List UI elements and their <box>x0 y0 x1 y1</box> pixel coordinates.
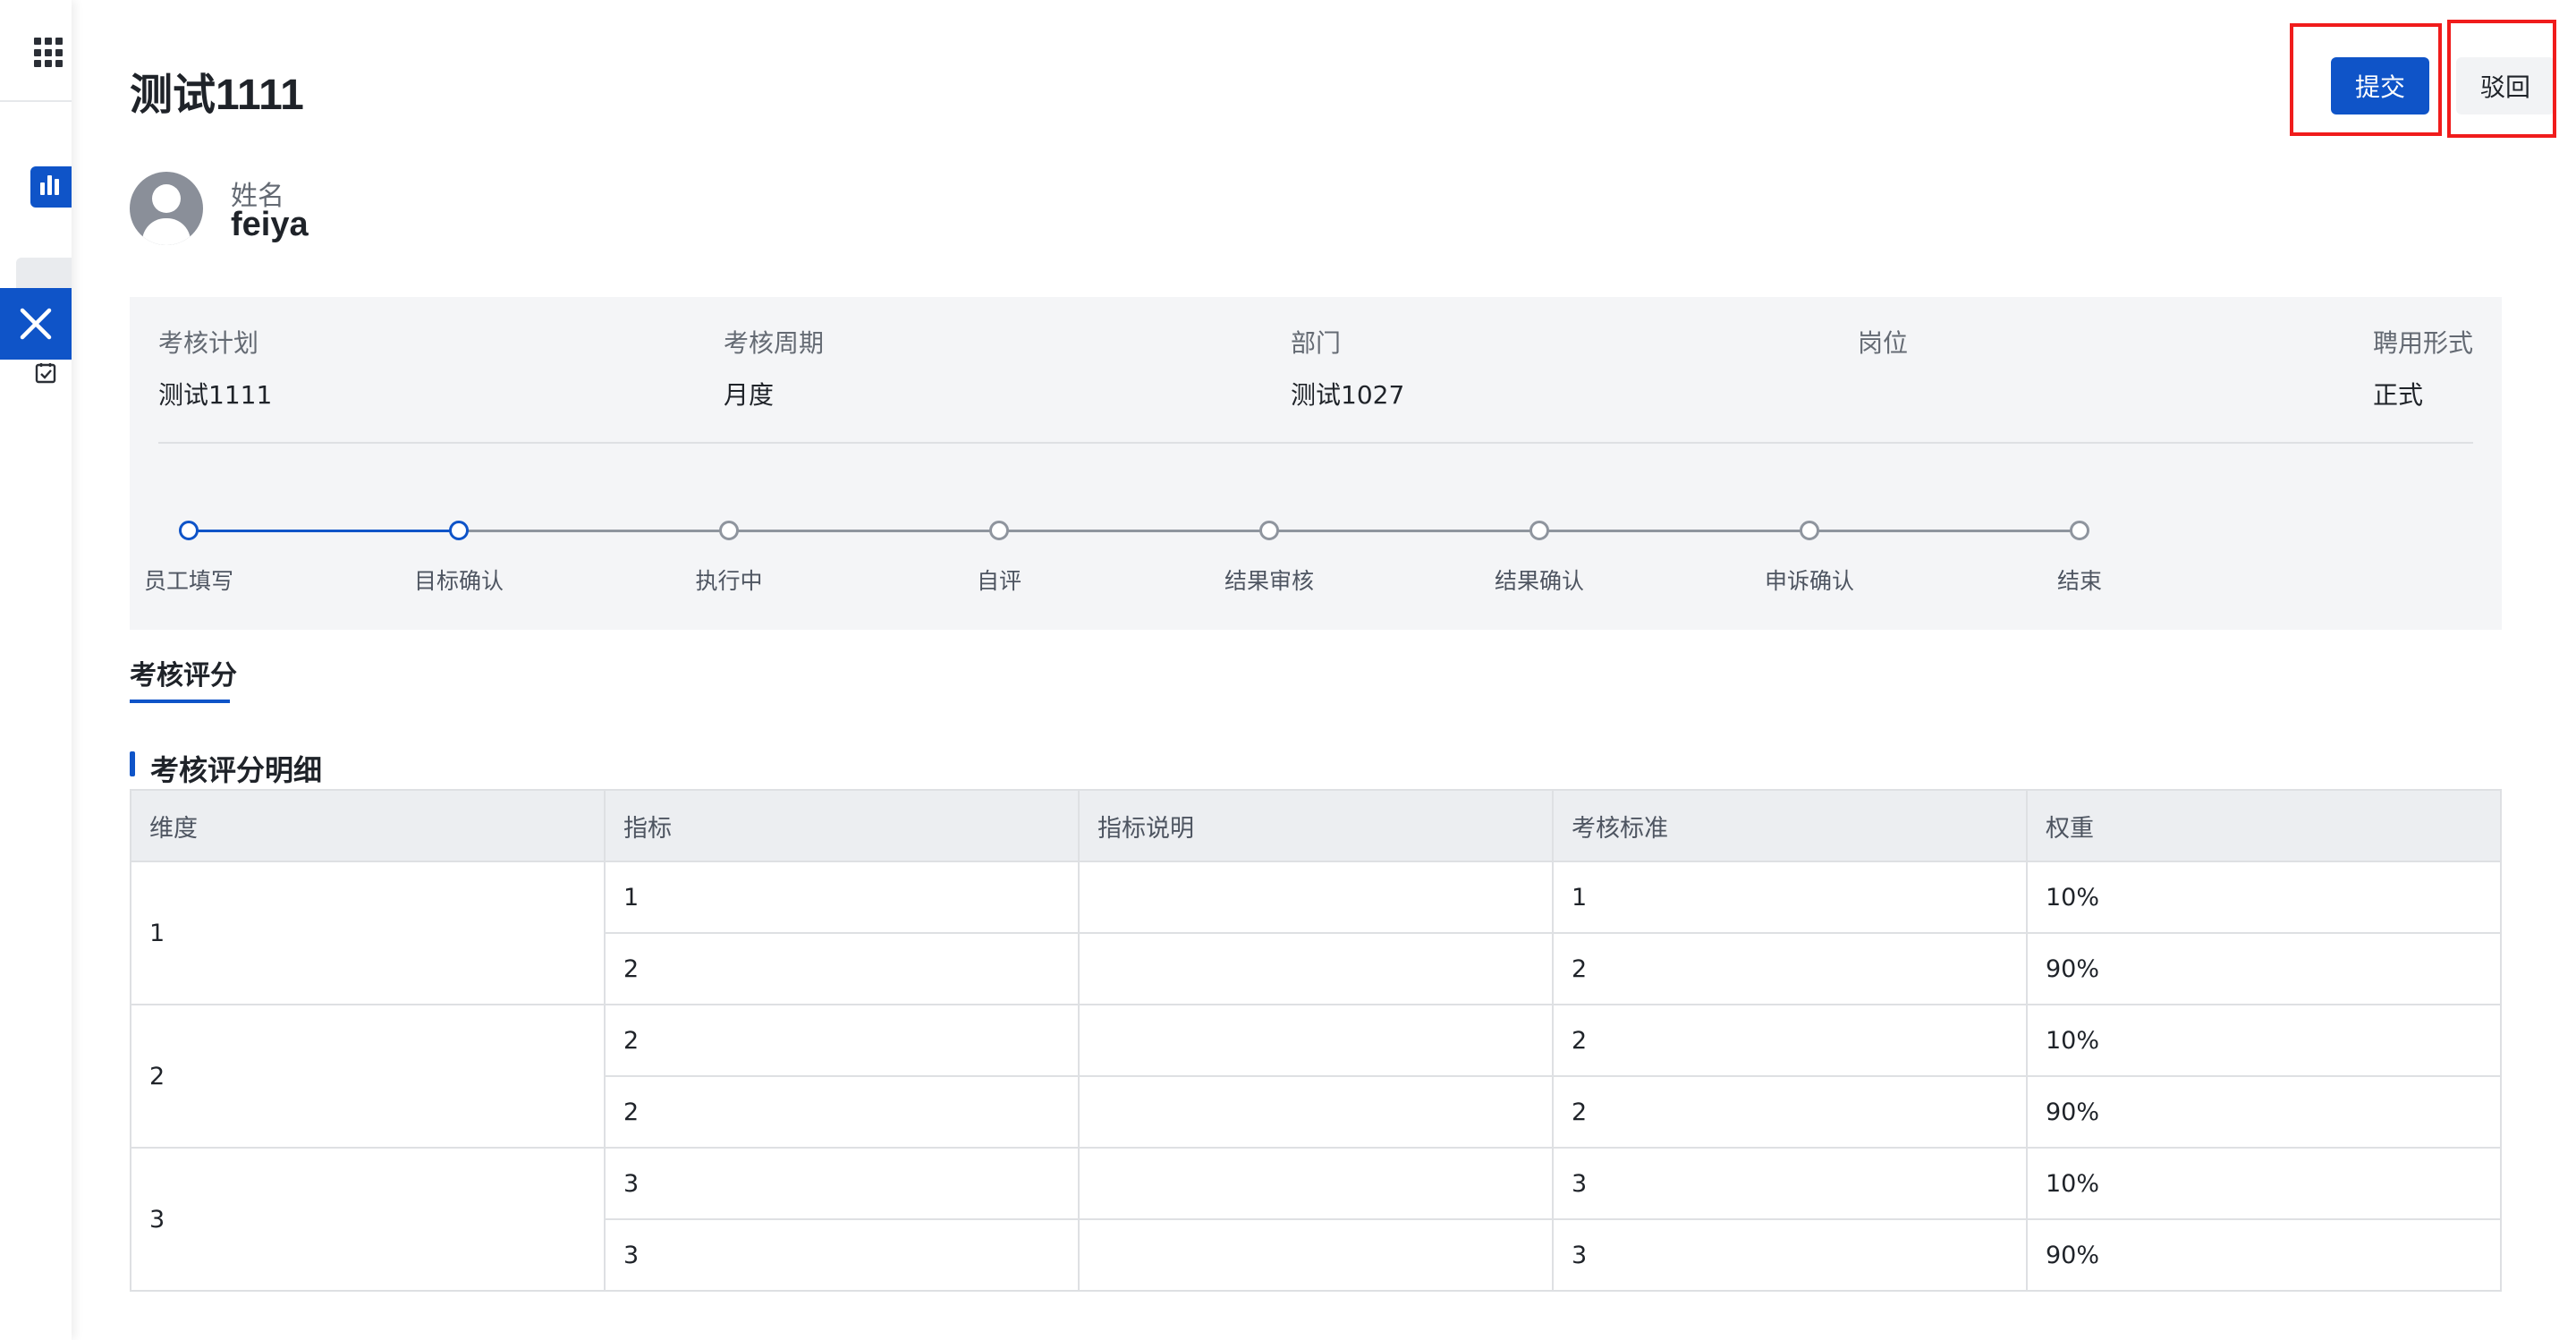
info-value: 正式 <box>2373 380 2424 410</box>
highlight-box-submit <box>2290 23 2442 136</box>
info-label: 岗位 <box>1858 328 1909 358</box>
score-detail-table: 维度 指标 指标说明 考核标准 权重 1 1 1 10% 2 2 90% 2 2… <box>130 789 2502 1292</box>
cell-dimension: 2 <box>130 1004 606 1149</box>
cell-weight: 90% <box>2026 1218 2502 1292</box>
cell-description <box>1078 1147 1554 1220</box>
tab-score[interactable]: 考核评分 <box>130 653 237 692</box>
cell-indicator: 2 <box>604 932 1080 1005</box>
bar-chart-icon[interactable] <box>30 166 72 208</box>
step-label: 目标确认 <box>413 568 504 594</box>
step-dot <box>2070 521 2089 540</box>
cell-description <box>1078 861 1554 934</box>
cell-standard: 3 <box>1552 1147 2028 1220</box>
table-row: 1 1 1 10% <box>130 861 2502 1005</box>
table-header-row: 维度 指标 指标说明 考核标准 权重 <box>130 789 2502 862</box>
step-dot <box>179 521 199 540</box>
cell-indicator: 2 <box>604 1004 1080 1077</box>
step-dot <box>1530 521 1549 540</box>
sidebar <box>0 0 72 1340</box>
step-label: 自评 <box>976 568 1021 594</box>
cell-standard: 2 <box>1552 1075 2028 1149</box>
cell-weight: 10% <box>2026 861 2502 934</box>
avatar <box>130 172 203 245</box>
info-position: 岗位 <box>1858 324 1908 376</box>
section-title: 考核评分明细 <box>150 753 323 787</box>
cell-description <box>1078 1218 1554 1292</box>
step-label: 申诉确认 <box>1764 568 1854 594</box>
tab-active-indicator <box>130 700 230 703</box>
table-row: 2 2 2 10% <box>130 1004 2502 1149</box>
step-label: 结束 <box>2056 568 2102 594</box>
cell-standard: 2 <box>1552 1004 2028 1077</box>
cell-weight: 90% <box>2026 1075 2502 1149</box>
info-label: 考核周期 <box>724 328 825 358</box>
step-label: 执行中 <box>695 568 763 594</box>
employee-name: feiya <box>231 206 309 243</box>
cell-weight: 90% <box>2026 932 2502 1005</box>
page-title: 测试1111 <box>130 72 304 119</box>
cell-dimension: 1 <box>130 861 606 1005</box>
info-value: 测试1027 <box>1291 380 1405 410</box>
close-button[interactable] <box>0 288 72 360</box>
step-connector <box>1539 530 1809 532</box>
header-weight: 权重 <box>2026 789 2502 862</box>
info-divider <box>158 442 2473 444</box>
info-label: 聘用形式 <box>2373 328 2474 358</box>
info-value: 测试1111 <box>158 380 273 410</box>
info-employment-type: 聘用形式 正式 <box>2373 324 2473 411</box>
header-standard: 考核标准 <box>1552 789 2028 862</box>
info-value: 月度 <box>724 380 775 410</box>
step-label: 员工填写 <box>143 568 233 594</box>
cell-description <box>1078 1075 1554 1149</box>
table-row: 3 3 3 10% <box>130 1147 2502 1292</box>
cell-standard: 2 <box>1552 932 2028 1005</box>
checkbox-icon[interactable] <box>34 361 57 385</box>
step-dot <box>719 521 739 540</box>
cell-indicator: 1 <box>604 861 1080 934</box>
step-dot <box>1800 521 1819 540</box>
info-label: 考核计划 <box>158 328 259 358</box>
info-label: 部门 <box>1291 328 1342 358</box>
main-content: 测试1111 提交 驳回 姓名 feiya 考核计划 测试1111 考核周期 月… <box>72 0 2576 1340</box>
header-dimension: 维度 <box>130 789 606 862</box>
step-connector <box>189 530 459 532</box>
step-connector <box>1809 530 2080 532</box>
info-plan: 考核计划 测试1111 <box>158 324 272 411</box>
step-connector <box>1269 530 1539 532</box>
step-connector <box>459 530 729 532</box>
step-dot <box>1259 521 1279 540</box>
header-description: 指标说明 <box>1078 789 1554 862</box>
info-department: 部门 测试1027 <box>1291 324 1404 411</box>
cell-indicator: 3 <box>604 1218 1080 1292</box>
step-dot <box>449 521 469 540</box>
section-marker <box>130 751 135 776</box>
step-label: 结果确认 <box>1494 568 1584 594</box>
cell-weight: 10% <box>2026 1147 2502 1220</box>
cell-description <box>1078 932 1554 1005</box>
cell-standard: 1 <box>1552 861 2028 934</box>
cell-indicator: 3 <box>604 1147 1080 1220</box>
sidebar-divider <box>0 100 72 102</box>
step-label: 结果审核 <box>1224 568 1314 594</box>
close-icon <box>20 308 52 340</box>
step-connector <box>729 530 999 532</box>
cell-description <box>1078 1004 1554 1077</box>
cell-standard: 3 <box>1552 1218 2028 1292</box>
info-period: 考核周期 月度 <box>724 324 824 411</box>
cell-indicator: 2 <box>604 1075 1080 1149</box>
header-indicator: 指标 <box>604 789 1080 862</box>
cell-weight: 10% <box>2026 1004 2502 1077</box>
step-connector <box>999 530 1269 532</box>
info-panel: 考核计划 测试1111 考核周期 月度 部门 测试1027 岗位 聘用形式 正式… <box>130 297 2502 630</box>
cell-dimension: 3 <box>130 1147 606 1292</box>
apps-grid-icon[interactable] <box>34 38 64 68</box>
highlight-box-reject <box>2447 20 2556 138</box>
step-dot <box>989 521 1009 540</box>
